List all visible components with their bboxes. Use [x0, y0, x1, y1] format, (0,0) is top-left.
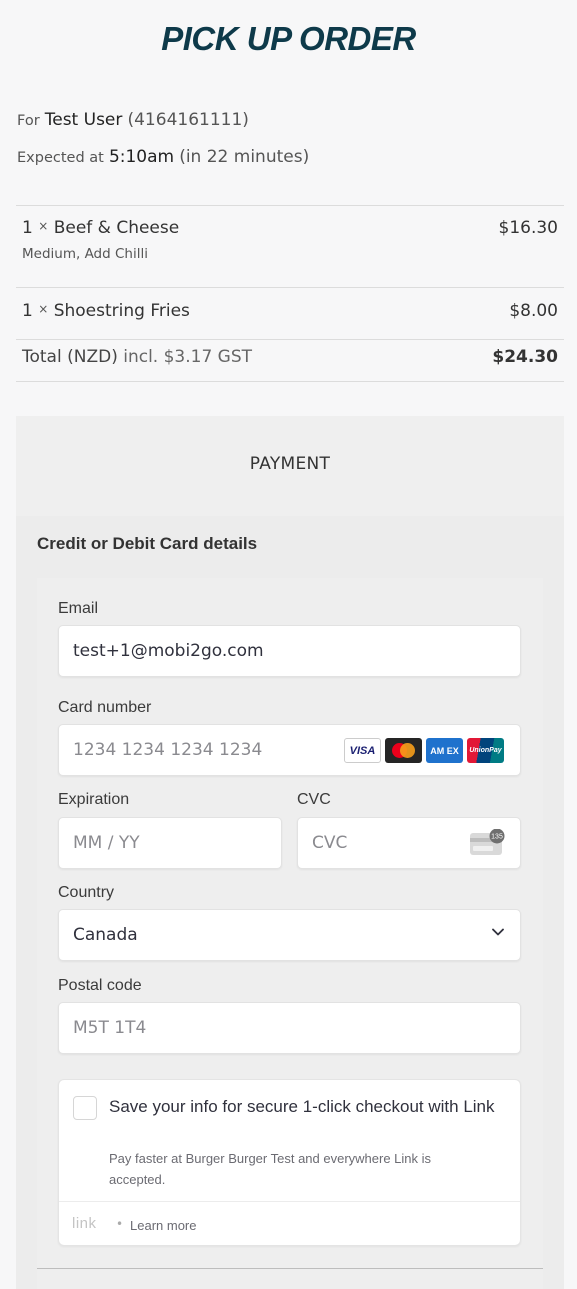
times-icon: ×	[38, 302, 49, 316]
email-label: Email	[58, 600, 99, 617]
cvc-badge: 135	[491, 834, 503, 841]
expiration-label: Expiration	[58, 791, 130, 808]
pickup-time: 5:10am	[108, 147, 175, 167]
save-info-checkbox[interactable]	[73, 1096, 97, 1120]
learn-more-link[interactable]: Learn more	[130, 1218, 196, 1233]
mastercard-icon	[385, 738, 422, 763]
order-item: 1 × Beef & Cheese $16.30 Medium, Add Chi…	[22, 218, 558, 262]
card-form: Email test+1@mobi2go.com Card number 123…	[37, 578, 543, 1289]
postal-code-field[interactable]: M5T 1T4	[58, 1002, 521, 1054]
item-price: $8.00	[509, 301, 558, 321]
country-value: Canada	[73, 925, 138, 945]
postal-code-label: Postal code	[58, 977, 142, 994]
separator-dot: •	[116, 1217, 124, 1231]
item-name: Shoestring Fries	[53, 301, 190, 321]
item-name: Beef & Cheese	[53, 218, 180, 238]
cvc-placeholder: CVC	[312, 833, 348, 853]
item-qty: 1	[22, 301, 33, 321]
pickup-eta: (in 22 minutes)	[179, 147, 310, 167]
item-price: $16.30	[498, 218, 558, 238]
total-label: Total (NZD)	[22, 347, 118, 367]
total-gst: incl. $3.17 GST	[123, 347, 253, 367]
card-number-label: Card number	[58, 699, 152, 716]
divider	[37, 1268, 543, 1269]
cvc-card-icon: 135	[470, 829, 505, 855]
country-select[interactable]: Canada	[58, 909, 521, 961]
total-amount: $24.30	[492, 347, 558, 367]
card-number-placeholder: 1234 1234 1234 1234	[73, 740, 263, 760]
divider	[59, 1201, 520, 1202]
item-qty: 1	[22, 218, 33, 238]
link-save-card: Save your info for secure 1-click checko…	[58, 1079, 521, 1246]
divider	[16, 287, 564, 288]
country-label: Country	[58, 884, 115, 901]
order-total: Total (NZD) incl. $3.17 GST $24.30	[22, 347, 558, 367]
amex-icon: AM EX	[426, 738, 463, 763]
visa-icon: VISA	[344, 738, 381, 763]
order-customer: For Test User (4164161111)	[17, 110, 249, 130]
card-brands: VISA AM EX UnionPay	[344, 738, 504, 764]
divider	[16, 205, 564, 206]
order-item: 1 × Shoestring Fries $8.00	[22, 301, 558, 321]
unionpay-icon: UnionPay	[467, 738, 504, 763]
card-details-title: Credit or Debit Card details	[37, 534, 258, 553]
divider	[16, 381, 564, 382]
order-eta: Expected at 5:10am (in 22 minutes)	[17, 147, 309, 167]
payment-header: PAYMENT	[16, 416, 564, 516]
item-modifiers: Medium, Add Chilli	[22, 246, 148, 262]
customer-name: Test User	[44, 110, 123, 130]
divider	[16, 339, 564, 340]
expiration-field[interactable]: MM / YY	[58, 817, 282, 869]
chevron-down-icon	[492, 928, 504, 936]
expected-prefix: Expected at	[17, 150, 104, 166]
times-icon: ×	[38, 219, 49, 233]
page-title: PICK UP ORDER	[161, 20, 416, 57]
cvc-field[interactable]: CVC 135	[297, 817, 521, 869]
card-number-field[interactable]: 1234 1234 1234 1234 VISA AM EX UnionPay	[58, 724, 521, 776]
payment-section: Credit or Debit Card details Email test+…	[16, 516, 564, 1289]
cvc-label: CVC	[297, 791, 331, 808]
link-logo: link	[72, 1215, 97, 1232]
link-save-description: Pay faster at Burger Burger Test and eve…	[109, 1151, 432, 1187]
email-field[interactable]: test+1@mobi2go.com	[58, 625, 521, 677]
link-save-title: Save your info for secure 1-click checko…	[109, 1097, 495, 1116]
customer-phone: (4164161111)	[127, 110, 249, 130]
for-prefix: For	[17, 113, 40, 129]
